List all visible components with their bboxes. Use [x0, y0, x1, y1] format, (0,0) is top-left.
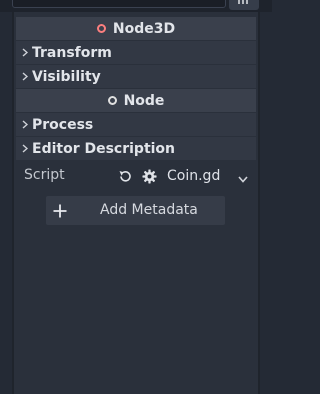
- section-label: Editor Description: [32, 140, 176, 157]
- script-property-label: Script: [24, 167, 65, 183]
- tools-icon: [238, 0, 248, 4]
- script-resource-picker[interactable]: Coin.gd: [116, 165, 256, 188]
- category-node3d: Node3D: [16, 17, 256, 40]
- section-visibility[interactable]: Visibility: [16, 65, 256, 88]
- script-property-row: Script Coin.gd: [16, 165, 256, 188]
- chevron-down-icon[interactable]: [238, 171, 248, 187]
- node-circle-icon: [107, 96, 117, 105]
- section-transform[interactable]: Transform: [16, 41, 256, 64]
- plus-icon: [53, 204, 67, 222]
- inspector-toolbar: [0, 0, 272, 12]
- revert-icon[interactable]: [117, 169, 133, 188]
- section-label: Visibility: [32, 68, 101, 85]
- section-editor-description[interactable]: Editor Description: [16, 137, 256, 160]
- chevron-right-icon: [22, 48, 30, 57]
- script-file-name[interactable]: Coin.gd: [167, 168, 220, 184]
- chevron-right-icon: [22, 144, 30, 153]
- category-node: Node: [16, 89, 256, 112]
- filter-options-button[interactable]: [229, 0, 259, 10]
- gear-icon: [142, 169, 157, 188]
- category-label: Node3D: [112, 20, 176, 37]
- category-label: Node: [123, 92, 165, 109]
- section-process[interactable]: Process: [16, 113, 256, 136]
- section-label: Process: [32, 116, 94, 133]
- chevron-right-icon: [22, 120, 30, 129]
- chevron-right-icon: [22, 72, 30, 81]
- filter-properties-input[interactable]: [12, 0, 226, 8]
- add-metadata-button[interactable]: Add Metadata: [46, 196, 225, 225]
- add-metadata-label: Add Metadata: [100, 202, 198, 218]
- node3d-circle-icon: [96, 24, 106, 33]
- section-label: Transform: [32, 44, 112, 61]
